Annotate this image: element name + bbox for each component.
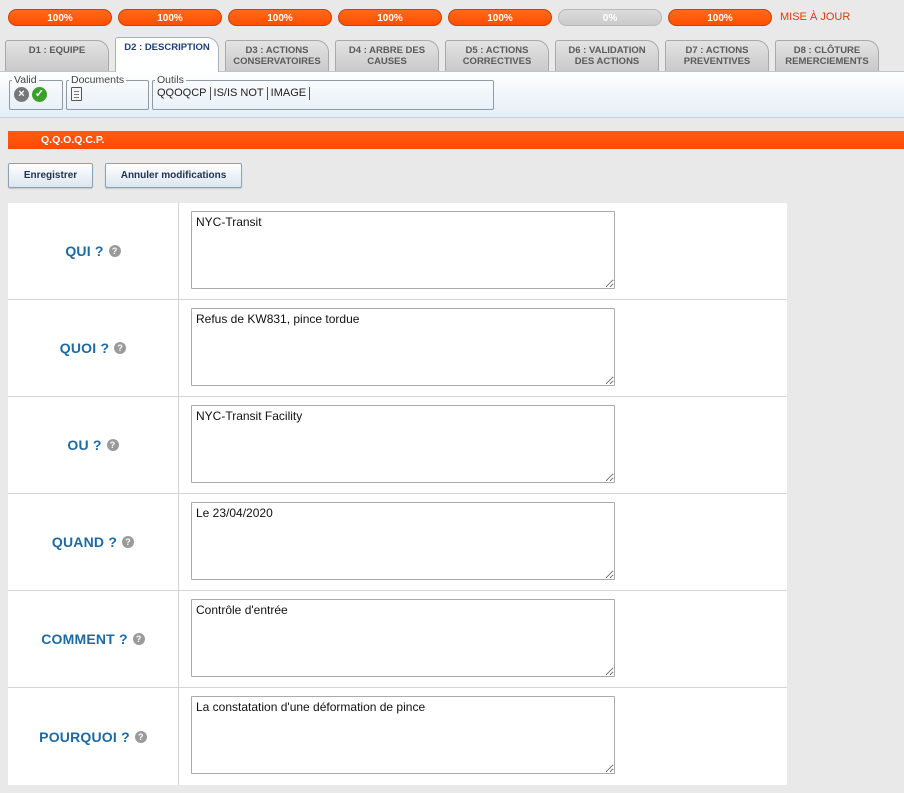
outils-legend: Outils — [157, 74, 184, 86]
tab-label-line2: PREVENTIVES — [683, 56, 751, 67]
tab-label: D2 : DESCRIPTION — [124, 42, 210, 53]
progress-d1: 100% — [8, 9, 112, 26]
progress-d2: 100% — [118, 9, 222, 26]
label-comment: COMMENT ?? — [8, 591, 179, 687]
documents-legend: Documents — [71, 74, 125, 86]
tab-d1-equipe[interactable]: D1 : EQUIPE — [5, 40, 109, 71]
label-qui-text: QUI ? — [65, 243, 104, 259]
tab-label: D1 : EQUIPE — [28, 45, 86, 56]
tab-label-line2: DES ACTIONS — [574, 56, 640, 67]
label-quoi: QUOI ?? — [8, 300, 179, 396]
label-ou-text: OU ? — [67, 437, 102, 453]
tab-label-line2: CONSERVATOIRES — [233, 56, 321, 67]
label-ou: OU ?? — [8, 397, 179, 493]
save-button[interactable]: Enregistrer — [8, 163, 93, 188]
form-row-pourquoi: POURQUOI ?? La constatation d'une déform… — [8, 688, 787, 785]
tab-d8-cloture[interactable]: D8 : CLÔTURE REMERCIEMENTS — [775, 40, 879, 71]
document-icon[interactable] — [71, 87, 82, 101]
tab-d2-description[interactable]: D2 : DESCRIPTION — [115, 37, 219, 72]
quand-textarea[interactable]: Le 23/04/2020 — [191, 502, 615, 580]
form-row-quoi: QUOI ?? Refus de KW831, pince tordue — [8, 300, 787, 397]
valid-legend: Valid — [14, 74, 37, 86]
x-circle-icon[interactable]: × — [14, 87, 29, 102]
progress-d4: 100% — [338, 9, 442, 26]
outils-group: Outils QQOQCP IS/IS NOT IMAGE — [152, 74, 494, 110]
label-qui: QUI ?? — [8, 203, 179, 299]
update-link[interactable]: MISE À JOUR — [780, 11, 850, 23]
label-comment-text: COMMENT ? — [41, 631, 128, 647]
documents-group: Documents — [66, 74, 149, 110]
tool-is-is-not-link[interactable]: IS/IS NOT — [211, 87, 268, 100]
help-icon[interactable]: ? — [134, 730, 147, 743]
help-icon[interactable]: ? — [122, 536, 135, 548]
section-title: Q.Q.O.Q.C.P. — [8, 131, 904, 149]
help-icon[interactable]: ? — [132, 633, 145, 645]
toolbar: Valid × ✓ Documents Outils QQOQCP IS/IS … — [0, 72, 904, 118]
tab-bar: D1 : EQUIPE D2 : DESCRIPTION D3 : ACTION… — [0, 37, 904, 72]
tab-d4-arbre-des-causes[interactable]: D4 : ARBRE DES CAUSES — [335, 40, 439, 71]
tab-label-line2: REMERCIEMENTS — [785, 56, 869, 67]
progress-d5: 100% — [448, 9, 552, 26]
tab-label: D5 : ACTIONS — [465, 45, 529, 56]
tab-label-line2: CORRECTIVES — [462, 56, 532, 67]
label-pourquoi: POURQUOI ?? — [8, 688, 179, 785]
tab-label: D4 : ARBRE DES — [348, 45, 426, 56]
tab-d3-actions-conservatoires[interactable]: D3 : ACTIONS CONSERVATOIRES — [225, 40, 329, 71]
form-row-qui: QUI ?? NYC-Transit — [8, 203, 787, 300]
comment-textarea[interactable]: Contrôle d'entrée — [191, 599, 615, 677]
tab-label: D6 : VALIDATION — [568, 45, 646, 56]
help-icon[interactable]: ? — [106, 439, 119, 451]
tab-d5-actions-correctives[interactable]: D5 : ACTIONS CORRECTIVES — [445, 40, 549, 71]
form-row-quand: QUAND ?? Le 23/04/2020 — [8, 494, 787, 591]
quoi-textarea[interactable]: Refus de KW831, pince tordue — [191, 308, 615, 386]
check-circle-icon[interactable]: ✓ — [32, 87, 47, 102]
tab-label: D8 : CLÔTURE — [793, 45, 861, 56]
help-icon[interactable]: ? — [108, 245, 121, 257]
progress-row: 100% 100% 100% 100% 100% 0% 100% MISE À … — [0, 0, 904, 34]
help-icon[interactable]: ? — [114, 342, 127, 354]
tab-label: D3 : ACTIONS — [245, 45, 309, 56]
form-row-ou: OU ?? NYC-Transit Facility — [8, 397, 787, 494]
progress-d7: 100% — [668, 9, 772, 26]
progress-d6: 0% — [558, 9, 662, 26]
label-pourquoi-text: POURQUOI ? — [39, 728, 130, 745]
ou-textarea[interactable]: NYC-Transit Facility — [191, 405, 615, 483]
pourquoi-textarea[interactable]: La constatation d'une déformation de pin… — [191, 696, 615, 774]
label-quand: QUAND ?? — [8, 494, 179, 590]
tab-d7-actions-preventives[interactable]: D7 : ACTIONS PREVENTIVES — [665, 40, 769, 71]
form-row-comment: COMMENT ?? Contrôle d'entrée — [8, 591, 787, 688]
valid-group: Valid × ✓ — [9, 74, 63, 110]
tool-image-link[interactable]: IMAGE — [268, 87, 311, 100]
cancel-changes-button[interactable]: Annuler modifications — [105, 163, 242, 188]
tab-label-line2: CAUSES — [367, 56, 407, 67]
qqoqcp-form: QUI ?? NYC-Transit QUOI ?? Refus de KW83… — [8, 203, 787, 785]
label-quoi-text: QUOI ? — [59, 340, 110, 356]
qui-textarea[interactable]: NYC-Transit — [191, 211, 615, 289]
tab-d6-validation[interactable]: D6 : VALIDATION DES ACTIONS — [555, 40, 659, 71]
tab-label: D7 : ACTIONS — [685, 45, 749, 56]
label-quand-text: QUAND ? — [51, 534, 118, 550]
tool-qqoqcp-link[interactable]: QQOQCP — [157, 87, 211, 100]
progress-d3: 100% — [228, 9, 332, 26]
